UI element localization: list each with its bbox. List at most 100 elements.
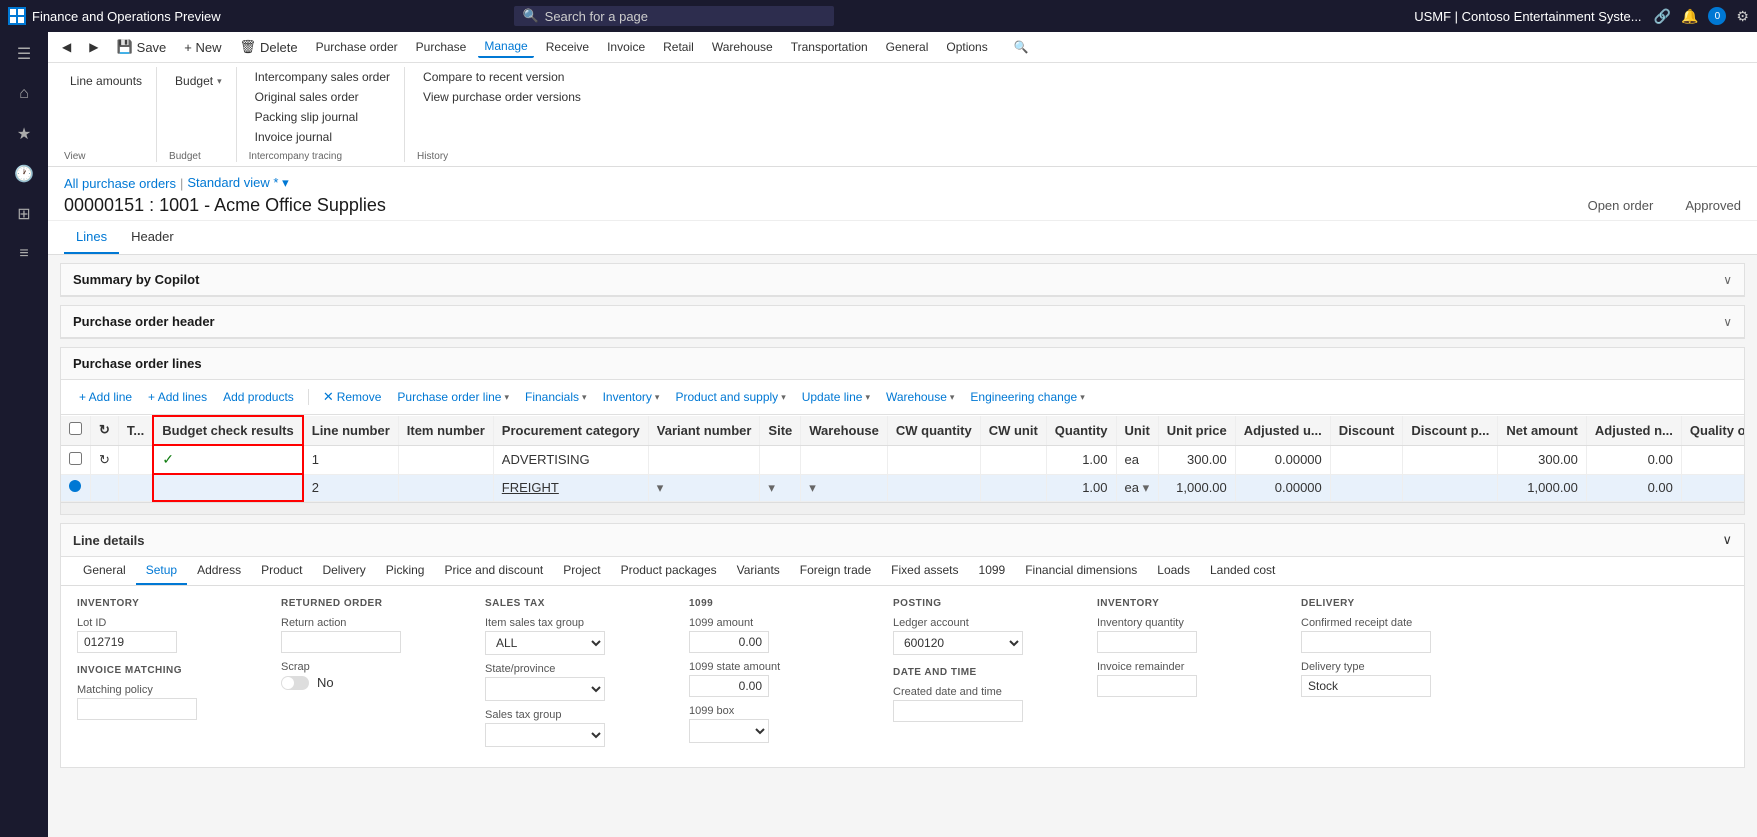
row1-variant-number[interactable] <box>648 445 760 474</box>
row2-refresh[interactable] <box>91 474 119 501</box>
row1-quantity[interactable]: 1.00 <box>1046 445 1116 474</box>
row2-item-number[interactable] <box>398 474 493 501</box>
manage-menu[interactable]: Manage <box>478 36 533 58</box>
add-lines-button[interactable]: + Add lines <box>142 387 213 407</box>
row1-cw-quantity[interactable] <box>887 445 980 474</box>
notification-icon[interactable]: 🔔 <box>1681 8 1698 25</box>
forward-button[interactable]: ▶ <box>83 37 104 57</box>
row1-unit-price[interactable]: 300.00 <box>1158 445 1235 474</box>
nav-menu-icon[interactable]: ☰ <box>4 36 44 72</box>
save-button[interactable]: 💾 Save <box>110 36 172 58</box>
item-sales-tax-select[interactable]: ALL <box>485 631 605 655</box>
line-amounts-button[interactable]: Line amounts <box>64 71 148 91</box>
row2-unit-price[interactable]: 1,000.00 <box>1158 474 1235 501</box>
global-search[interactable]: 🔍 Search for a page <box>514 6 834 26</box>
lot-id-input[interactable] <box>77 631 177 653</box>
row2-discount-p[interactable] <box>1403 474 1498 501</box>
warehouse-menu[interactable]: Warehouse <box>706 37 779 57</box>
transportation-menu[interactable]: Transportation <box>785 37 874 57</box>
table-scrollbar[interactable] <box>61 502 1744 514</box>
update-line-dropdown[interactable]: Update line ▾ <box>796 387 876 407</box>
nav-home-icon[interactable]: ⌂ <box>4 76 44 112</box>
detail-tab-1099[interactable]: 1099 <box>969 557 1016 585</box>
row1-discount-p[interactable] <box>1403 445 1498 474</box>
row1-cw-unit[interactable] <box>980 445 1046 474</box>
sales-tax-group-select[interactable] <box>485 723 605 747</box>
po-header-section-header[interactable]: Purchase order header ∨ <box>61 306 1744 338</box>
row2-quality-order[interactable] <box>1681 474 1744 501</box>
row2-unit[interactable]: ea ▾ <box>1116 474 1158 501</box>
packing-slip-journal-button[interactable]: Packing slip journal <box>249 107 396 127</box>
detail-tab-landed-cost[interactable]: Landed cost <box>1200 557 1285 585</box>
row1-adjusted-u[interactable]: 0.00000 <box>1235 445 1330 474</box>
add-line-button[interactable]: + Add line <box>73 387 138 407</box>
created-date-input[interactable] <box>893 700 1023 722</box>
row2-discount[interactable] <box>1330 474 1403 501</box>
row1-unit[interactable]: ea <box>1116 445 1158 474</box>
detail-tab-address[interactable]: Address <box>187 557 251 585</box>
table-row[interactable]: 2 FREIGHT ▾ ▾ ▾ <box>61 474 1744 501</box>
tab-header[interactable]: Header <box>119 221 186 254</box>
detail-tab-loads[interactable]: Loads <box>1147 557 1200 585</box>
ledger-account-select[interactable]: 600120 <box>893 631 1023 655</box>
nav-recent-icon[interactable]: 🕐 <box>4 156 44 192</box>
receive-menu[interactable]: Receive <box>540 37 595 57</box>
row1-refresh[interactable]: ↻ <box>91 445 119 474</box>
summary-copilot-header[interactable]: Summary by Copilot ∨ <box>61 264 1744 296</box>
info-badge[interactable]: 0 <box>1708 7 1726 25</box>
row2-site[interactable]: ▾ <box>760 474 801 501</box>
return-action-input[interactable] <box>281 631 401 653</box>
detail-tab-fixed-assets[interactable]: Fixed assets <box>881 557 968 585</box>
row1-checkbox[interactable] <box>69 452 82 465</box>
nav-workspaces-icon[interactable]: ⊞ <box>4 196 44 232</box>
budget-button[interactable]: Budget ▾ <box>169 71 228 91</box>
breadcrumb-view[interactable]: Standard view * ▾ <box>187 175 288 191</box>
row2-cw-unit[interactable] <box>980 474 1046 501</box>
inventory-dropdown[interactable]: Inventory ▾ <box>597 387 666 407</box>
detail-tab-delivery[interactable]: Delivery <box>312 557 375 585</box>
invoice-remainder-input[interactable] <box>1097 675 1197 697</box>
scrap-toggle[interactable] <box>281 676 309 690</box>
detail-tab-setup[interactable]: Setup <box>136 557 187 585</box>
detail-tab-picking[interactable]: Picking <box>376 557 435 585</box>
engineering-change-dropdown[interactable]: Engineering change ▾ <box>964 387 1090 407</box>
invoice-journal-button[interactable]: Invoice journal <box>249 127 396 147</box>
row1-select[interactable] <box>61 445 91 474</box>
tab-lines[interactable]: Lines <box>64 221 119 254</box>
row2-net-amount[interactable]: 1,000.00 <box>1498 474 1587 501</box>
select-all-checkbox[interactable] <box>69 422 82 435</box>
detail-tab-foreign-trade[interactable]: Foreign trade <box>790 557 881 585</box>
warehouse-dropdown[interactable]: Warehouse ▾ <box>880 387 960 407</box>
row2-procurement-category[interactable]: FREIGHT <box>493 474 648 501</box>
add-products-button[interactable]: Add products <box>217 387 300 407</box>
delete-button[interactable]: 🗑 Delete <box>234 36 304 58</box>
row2-select[interactable] <box>61 474 91 501</box>
nav-favorites-icon[interactable]: ★ <box>4 116 44 152</box>
new-button[interactable]: + New <box>178 37 227 58</box>
row1-net-amount[interactable]: 300.00 <box>1498 445 1587 474</box>
retail-menu[interactable]: Retail <box>657 37 700 57</box>
row2-warehouse[interactable]: ▾ <box>801 474 888 501</box>
po-line-dropdown[interactable]: Purchase order line ▾ <box>391 387 515 407</box>
back-button[interactable]: ◀ <box>56 37 77 57</box>
inventory-quantity-input[interactable] <box>1097 631 1197 653</box>
detail-tab-variants[interactable]: Variants <box>727 557 790 585</box>
state-province-select[interactable] <box>485 677 605 701</box>
row1-item-number[interactable] <box>398 445 493 474</box>
purchase-menu[interactable]: Purchase <box>410 37 473 57</box>
row1-adjusted-n[interactable]: 0.00 <box>1586 445 1681 474</box>
intercompany-sales-order-button[interactable]: Intercompany sales order <box>249 67 396 87</box>
product-supply-dropdown[interactable]: Product and supply ▾ <box>669 387 791 407</box>
row2-adjusted-n[interactable]: 0.00 <box>1586 474 1681 501</box>
row2-adjusted-u[interactable]: 0.00000 <box>1235 474 1330 501</box>
confirmed-receipt-date-input[interactable] <box>1301 631 1431 653</box>
original-sales-order-button[interactable]: Original sales order <box>249 87 396 107</box>
1099-state-amount-input[interactable] <box>689 675 769 697</box>
nav-modules-icon[interactable]: ≡ <box>4 236 44 272</box>
breadcrumb-link[interactable]: All purchase orders <box>64 176 176 191</box>
invoice-menu[interactable]: Invoice <box>601 37 651 57</box>
search-ribbon-button[interactable]: 🔍 <box>1008 37 1035 57</box>
row1-warehouse[interactable] <box>801 445 888 474</box>
row1-site[interactable] <box>760 445 801 474</box>
detail-tab-general[interactable]: General <box>73 557 136 585</box>
